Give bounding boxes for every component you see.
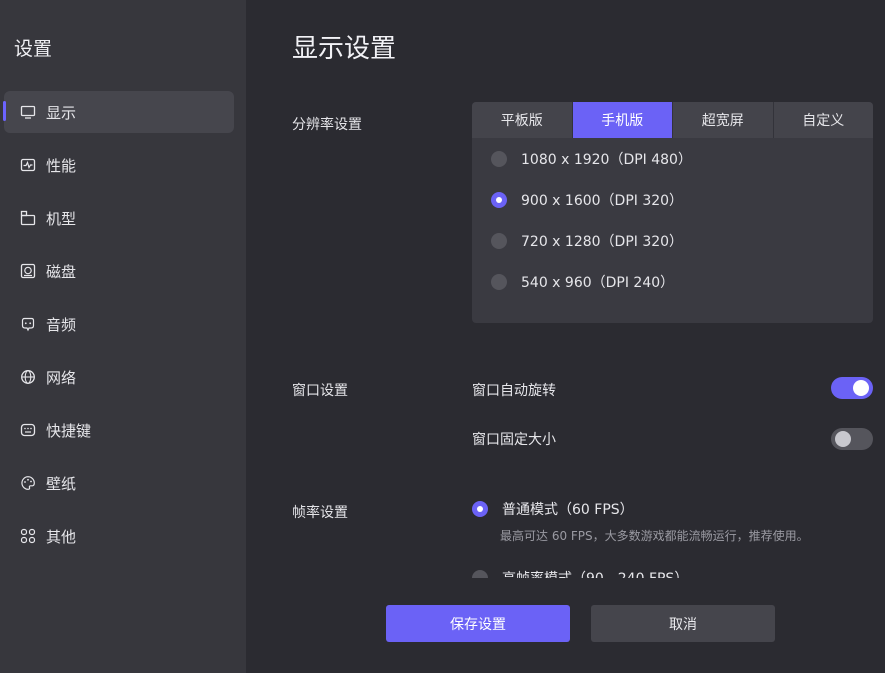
resolution-option-900[interactable]: 900 x 1600（DPI 320） xyxy=(472,179,873,220)
radio-button[interactable] xyxy=(472,570,488,578)
tab-phone[interactable]: 手机版 xyxy=(572,102,673,138)
tab-tablet[interactable]: 平板版 xyxy=(472,102,573,138)
toggle-knob xyxy=(835,431,851,447)
resolution-option-540[interactable]: 540 x 960（DPI 240） xyxy=(472,261,873,302)
main-panel: 显示设置 分辨率设置 平板版 手机版 超宽屏 自定义 1080 x 1920（D… xyxy=(246,0,885,673)
radio-button[interactable] xyxy=(491,150,507,167)
audio-icon xyxy=(20,316,36,332)
framerate-section-label: 帧率设置 xyxy=(292,505,348,521)
sidebar-title: 设置 xyxy=(14,38,53,60)
palette-icon xyxy=(20,475,36,491)
sidebar-item-wallpaper[interactable]: 壁纸 xyxy=(4,462,234,504)
fixed-size-toggle[interactable] xyxy=(831,428,873,450)
resolution-option-label: 900 x 1600（DPI 320） xyxy=(521,192,684,209)
fps-option-high[interactable]: 高帧率模式（90 - 240 FPS） xyxy=(472,568,688,578)
auto-rotate-toggle[interactable] xyxy=(831,377,873,399)
sidebar-item-label: 网络 xyxy=(46,368,77,387)
sidebar-item-label: 性能 xyxy=(46,156,77,175)
sidebar-item-label: 其他 xyxy=(46,527,77,546)
auto-rotate-label: 窗口自动旋转 xyxy=(472,383,556,399)
radio-button[interactable] xyxy=(491,273,507,290)
fixed-size-label: 窗口固定大小 xyxy=(472,432,556,448)
resolution-option-label: 540 x 960（DPI 240） xyxy=(521,274,675,291)
scroll-clip: 高帧率模式（90 - 240 FPS） xyxy=(246,560,885,578)
globe-icon xyxy=(20,369,36,385)
keyboard-icon xyxy=(20,422,36,438)
sidebar-item-label: 机型 xyxy=(46,209,77,228)
sidebar-item-model[interactable]: 机型 xyxy=(4,197,234,239)
resolution-tabs: 平板版 手机版 超宽屏 自定义 xyxy=(472,102,873,138)
resolution-option-label: 720 x 1280（DPI 320） xyxy=(521,233,684,250)
sidebar-item-label: 显示 xyxy=(46,103,77,122)
sidebar-item-label: 磁盘 xyxy=(46,262,77,281)
window-section-label: 窗口设置 xyxy=(292,383,348,399)
sidebar-item-other[interactable]: 其他 xyxy=(4,515,234,557)
resolution-option-720[interactable]: 720 x 1280（DPI 320） xyxy=(472,220,873,261)
sidebar: 设置 显示 性能 机型 磁盘 音频 网络 快捷键 壁纸 其他 xyxy=(0,0,246,673)
resolution-panel: 平板版 手机版 超宽屏 自定义 1080 x 1920（DPI 480） 900… xyxy=(472,102,873,323)
sidebar-item-disk[interactable]: 磁盘 xyxy=(4,250,234,292)
disk-icon xyxy=(20,263,36,279)
activity-icon xyxy=(20,157,36,173)
save-button[interactable]: 保存设置 xyxy=(386,605,570,642)
resolution-option-1080[interactable]: 1080 x 1920（DPI 480） xyxy=(472,138,873,179)
sidebar-item-display[interactable]: 显示 xyxy=(3,91,234,133)
device-icon xyxy=(20,210,36,226)
fps-option-label: 普通模式（60 FPS） xyxy=(502,502,634,518)
tab-custom[interactable]: 自定义 xyxy=(773,102,873,138)
sidebar-nav: 显示 性能 机型 磁盘 音频 网络 快捷键 壁纸 其他 xyxy=(0,91,246,568)
fps-option-normal[interactable]: 普通模式（60 FPS） xyxy=(472,499,634,519)
tab-ultrawide[interactable]: 超宽屏 xyxy=(673,102,774,138)
page-title: 显示设置 xyxy=(292,34,397,64)
sidebar-item-label: 壁纸 xyxy=(46,474,77,493)
sidebar-item-audio[interactable]: 音频 xyxy=(4,303,234,345)
grid-icon xyxy=(20,528,36,544)
radio-button-checked[interactable] xyxy=(491,191,507,208)
monitor-icon xyxy=(20,104,36,120)
fps-option-label: 高帧率模式（90 - 240 FPS） xyxy=(502,568,688,578)
radio-button-checked[interactable] xyxy=(472,501,488,517)
resolution-section-label: 分辨率设置 xyxy=(292,117,362,133)
sidebar-item-performance[interactable]: 性能 xyxy=(4,144,234,186)
toggle-knob xyxy=(853,380,869,396)
fps-option-description: 最高可达 60 FPS，大多数游戏都能流畅运行，推荐使用。 xyxy=(500,529,809,543)
radio-button[interactable] xyxy=(491,232,507,249)
cancel-button[interactable]: 取消 xyxy=(591,605,775,642)
sidebar-item-shortcuts[interactable]: 快捷键 xyxy=(4,409,234,451)
resolution-option-label: 1080 x 1920（DPI 480） xyxy=(521,151,692,168)
sidebar-item-label: 快捷键 xyxy=(46,421,92,440)
sidebar-item-label: 音频 xyxy=(46,315,77,334)
sidebar-item-network[interactable]: 网络 xyxy=(4,356,234,398)
